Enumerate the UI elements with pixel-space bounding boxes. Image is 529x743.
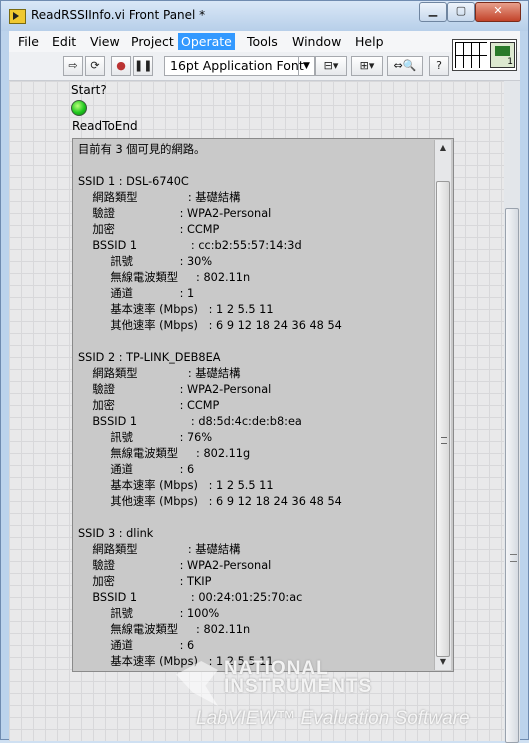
font-select[interactable]: 16pt Application Font ▼ <box>164 56 315 76</box>
vi-icon: 1 <box>490 42 515 68</box>
window-title: ReadRSSIInfo.vi Front Panel * <box>31 8 206 22</box>
minimize-button[interactable]: ▁ <box>419 2 447 22</box>
align-objects-icon[interactable]: ⊟▾ <box>315 56 347 76</box>
menu-bar: File Edit View Project Operate Tools Win… <box>9 31 520 52</box>
menu-edit[interactable]: Edit <box>49 33 79 50</box>
scroll-up-icon[interactable]: ▲ <box>435 140 451 156</box>
labview-window: ReadRSSIInfo.vi Front Panel * ▁ ▢ ✕ File… <box>0 0 529 743</box>
connector-pane[interactable]: 1 <box>452 39 517 71</box>
toolbar: ⇨ ⟳ ● ❚❚ 16pt Application Font ▼ ⊟▾ ⊞▾ ⇔… <box>9 52 520 81</box>
string-scrollbar[interactable]: ▲ ▼ <box>434 140 451 670</box>
connector-number: 1 <box>507 57 513 67</box>
title-bar[interactable]: ReadRSSIInfo.vi Front Panel * ▁ ▢ ✕ <box>1 1 528 31</box>
chevron-down-icon: ▼ <box>298 57 314 75</box>
start-label: Start? <box>71 83 107 97</box>
distribute-objects-icon[interactable]: ⊞▾ <box>351 56 383 76</box>
abort-icon[interactable]: ● <box>111 56 131 76</box>
run-continuously-icon[interactable]: ⟳ <box>85 56 105 76</box>
close-button[interactable]: ✕ <box>475 2 521 22</box>
run-icon[interactable]: ⇨ <box>63 56 83 76</box>
rssi-text: 目前有 3 個可見的網路。 SSID 1 : DSL-6740C 網路類型 : … <box>78 143 342 668</box>
menu-operate[interactable]: Operate <box>178 33 235 50</box>
read-to-end-string-indicator[interactable]: 目前有 3 個可見的網路。 SSID 1 : DSL-6740C 網路類型 : … <box>72 138 454 672</box>
maximize-button[interactable]: ▢ <box>447 2 475 22</box>
font-select-value: 16pt Application Font <box>170 58 304 73</box>
grip-icon <box>510 554 517 562</box>
context-help-icon[interactable]: ? <box>429 56 449 76</box>
pause-icon[interactable]: ❚❚ <box>133 56 153 76</box>
grip-icon <box>441 437 447 444</box>
start-led-indicator[interactable] <box>71 100 87 116</box>
menu-project[interactable]: Project <box>128 33 177 50</box>
panel-scrollbar-thumb[interactable] <box>505 208 519 743</box>
labview-app-icon <box>9 9 26 24</box>
scroll-down-icon[interactable]: ▼ <box>435 654 451 670</box>
menu-tools[interactable]: Tools <box>244 33 281 50</box>
panel-scrollbar[interactable] <box>504 81 520 743</box>
menu-window[interactable]: Window <box>289 33 344 50</box>
menu-view[interactable]: View <box>87 33 123 50</box>
resize-objects-icon[interactable]: ⇔🔍 <box>387 56 423 76</box>
menu-file[interactable]: File <box>15 33 42 50</box>
connector-grid-icon <box>455 42 487 68</box>
read-to-end-label: ReadToEnd <box>72 119 138 133</box>
menu-help[interactable]: Help <box>352 33 387 50</box>
string-scrollbar-thumb[interactable] <box>436 181 450 657</box>
